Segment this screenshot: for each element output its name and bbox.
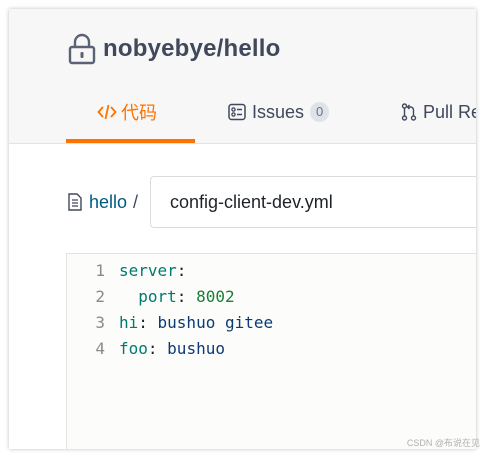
lock-icon: [68, 33, 96, 65]
code-line: 1 server:: [67, 258, 476, 284]
active-tab-indicator: [66, 139, 195, 143]
tab-issues-label: Issues: [252, 101, 305, 122]
pull-request-icon: [401, 103, 417, 121]
yaml-key: server: [119, 261, 177, 280]
tab-issues[interactable]: Issues 0: [228, 97, 330, 127]
line-number: 4: [95, 339, 105, 358]
yaml-colon: :: [138, 313, 158, 332]
tab-pull-requests-label: Pull Re: [423, 101, 476, 122]
yaml-key: hi: [119, 313, 139, 332]
repo-header: nobyebye/hello 代码 Issues 0 Pull Re: [9, 9, 476, 144]
watermark: CSDN @布说在见: [406, 438, 480, 448]
code-line: 3 hi: bushuo gitee: [67, 310, 476, 336]
repo-name[interactable]: nobyebye/hello: [103, 35, 281, 63]
line-number: 2: [95, 287, 105, 306]
yaml-key: foo: [119, 339, 148, 358]
yaml-value: bushuo gitee: [157, 313, 274, 332]
yaml-value: bushuo: [167, 339, 225, 358]
file-icon: [68, 193, 82, 211]
repo-title: nobyebye/hello: [67, 33, 281, 65]
code-line: 4 foo: bushuo: [67, 336, 476, 362]
line-number: 1: [95, 261, 105, 280]
filename-input[interactable]: [150, 176, 476, 228]
code-line: 2 port: 8002: [67, 284, 476, 310]
yaml-colon: :: [176, 261, 187, 280]
code-icon: [97, 104, 117, 120]
tab-pull-requests[interactable]: Pull Re: [401, 97, 476, 127]
issues-count-badge: 0: [310, 102, 330, 122]
yaml-colon: :: [147, 339, 168, 358]
issues-icon: [228, 103, 246, 121]
breadcrumb: hello /: [67, 190, 138, 214]
yaml-value: 8002: [196, 287, 235, 306]
code-editor[interactable]: 1 server: 2 port: 8002 3 hi: bushuo gite…: [66, 253, 476, 449]
yaml-key: port: [138, 287, 177, 306]
tab-code[interactable]: 代码: [97, 97, 157, 127]
tab-code-label: 代码: [121, 103, 157, 123]
line-number: 3: [95, 313, 105, 332]
breadcrumb-root-link[interactable]: hello: [89, 192, 127, 213]
breadcrumb-separator: /: [133, 191, 139, 212]
repo-page: nobyebye/hello 代码 Issues 0 Pull Re hello…: [9, 9, 476, 449]
yaml-colon: :: [176, 287, 197, 306]
